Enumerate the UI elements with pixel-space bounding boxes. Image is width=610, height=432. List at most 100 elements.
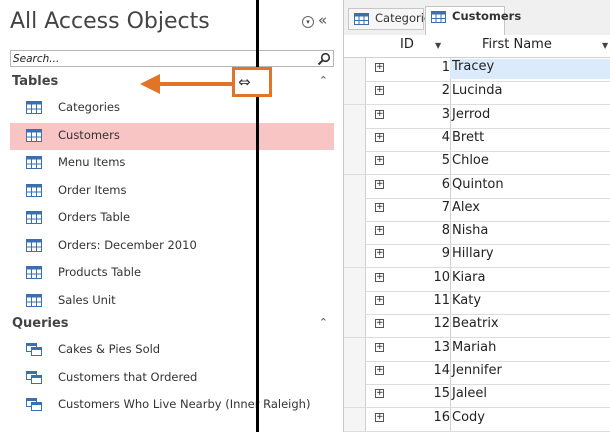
id-cell[interactable]: 15 (394, 386, 450, 401)
expand-plus-icon[interactable]: + (375, 389, 384, 399)
search-input[interactable]: Search... (13, 51, 59, 67)
table-row[interactable]: +9 Hillary (344, 244, 610, 269)
expand-plus-icon[interactable]: + (375, 202, 384, 212)
first-name-cell[interactable]: Jaleel (452, 386, 487, 401)
first-name-cell[interactable]: Katy (452, 293, 481, 308)
first-name-cell[interactable]: Beatrix (452, 316, 499, 331)
nav-item[interactable]: Orders Table (10, 205, 334, 232)
dropdown-circle-icon[interactable]: ▾ (302, 16, 314, 28)
id-cell[interactable]: 1 (394, 60, 450, 75)
record-selector[interactable] (344, 337, 366, 361)
first-name-cell[interactable]: Chloe (452, 153, 489, 168)
nav-item[interactable]: Categories (10, 95, 334, 122)
expand-plus-icon[interactable]: + (375, 342, 384, 352)
table-row[interactable]: +13 Mariah (344, 337, 610, 362)
table-row[interactable]: +3 Jerrod (344, 104, 610, 129)
first-name-cell[interactable]: Cody (452, 410, 485, 425)
expand-plus-icon[interactable]: + (375, 249, 384, 259)
first-name-cell[interactable]: Quinton (452, 177, 504, 192)
tab-customers[interactable]: Customers (425, 6, 521, 35)
first-name-cell[interactable]: Nisha (452, 223, 488, 238)
id-cell[interactable]: 3 (394, 107, 450, 122)
first-name-cell[interactable]: Tracey (450, 59, 610, 79)
sort-filter-icon[interactable]: ▼ (435, 41, 441, 50)
id-cell[interactable]: 6 (394, 177, 450, 192)
nav-item[interactable]: Cakes & Pies Sold (10, 337, 334, 364)
column-header-id[interactable]: ID (400, 37, 414, 52)
nav-item[interactable]: Products Table (10, 260, 334, 287)
id-cell[interactable]: 8 (394, 223, 450, 238)
id-cell[interactable]: 16 (394, 410, 450, 425)
first-name-cell[interactable]: Alex (452, 200, 480, 215)
shutter-bar-icon[interactable]: « (318, 10, 327, 30)
record-selector[interactable] (344, 174, 366, 198)
column-header-first-name[interactable]: First Name (482, 37, 552, 52)
table-row[interactable]: +6 Quinton (344, 174, 610, 199)
first-name-cell[interactable]: Kiara (452, 270, 485, 285)
nav-item[interactable]: Customers Who Live Nearby (Inner Raleigh… (10, 392, 334, 419)
id-cell[interactable]: 7 (394, 200, 450, 215)
search-box[interactable]: Search... (10, 50, 334, 67)
record-selector[interactable] (344, 104, 366, 128)
id-cell[interactable]: 13 (394, 340, 450, 355)
table-row[interactable]: +12 Beatrix (344, 314, 610, 339)
table-row[interactable]: +16 Cody (344, 407, 610, 432)
id-cell[interactable]: 10 (394, 270, 450, 285)
record-selector[interactable] (344, 221, 366, 245)
record-selector[interactable] (344, 384, 366, 408)
id-cell[interactable]: 4 (394, 130, 450, 145)
nav-item[interactable]: Sales Unit (10, 288, 334, 315)
group-header-1[interactable]: Queries ⌃ (10, 315, 334, 335)
table-row[interactable]: +2 Lucinda (344, 81, 610, 106)
nav-item[interactable]: Menu Items (10, 150, 334, 177)
first-name-cell[interactable]: Jerrod (452, 107, 490, 122)
collapse-chevron-icon[interactable]: ⌃ (319, 74, 328, 87)
expand-plus-icon[interactable]: + (375, 132, 384, 142)
nav-item[interactable]: Customers (10, 122, 334, 150)
record-selector[interactable] (344, 127, 366, 151)
table-row[interactable]: +7 Alex (344, 197, 610, 222)
id-cell[interactable]: 9 (394, 246, 450, 261)
record-selector[interactable] (344, 407, 366, 431)
table-row[interactable]: +1 Tracey (344, 58, 610, 82)
expand-plus-icon[interactable]: + (375, 86, 384, 96)
expand-plus-icon[interactable]: + (375, 156, 384, 166)
search-icon[interactable] (317, 52, 331, 66)
record-selector[interactable] (344, 267, 366, 291)
nav-item[interactable]: Orders: December 2010 (10, 233, 334, 260)
nav-pane-title[interactable]: All Access Objects (10, 9, 210, 34)
table-row[interactable]: +8 Nisha (344, 221, 610, 246)
record-selector[interactable] (344, 291, 366, 314)
table-row[interactable]: +15 Jaleel (344, 384, 610, 409)
record-selector[interactable] (344, 58, 366, 81)
first-name-cell[interactable]: Lucinda (452, 83, 502, 98)
tab-categories[interactable]: Categories (348, 8, 437, 30)
first-name-cell[interactable]: Jennifer (452, 363, 502, 378)
record-selector[interactable] (344, 314, 366, 338)
expand-plus-icon[interactable]: + (375, 272, 384, 282)
expand-plus-icon[interactable]: + (375, 226, 384, 236)
record-selector[interactable] (344, 151, 366, 175)
first-name-cell[interactable]: Hillary (452, 246, 494, 261)
record-selector[interactable] (344, 81, 366, 105)
record-selector[interactable] (344, 360, 366, 384)
collapse-chevron-icon[interactable]: ⌃ (319, 316, 328, 329)
id-cell[interactable]: 12 (394, 316, 450, 331)
first-name-cell[interactable]: Brett (452, 130, 484, 145)
first-name-cell[interactable]: Mariah (452, 340, 496, 355)
nav-item[interactable]: Order Items (10, 178, 334, 205)
table-row[interactable]: +14 Jennifer (344, 360, 610, 385)
expand-plus-icon[interactable]: + (375, 296, 384, 305)
record-selector[interactable] (344, 244, 366, 268)
table-row[interactable]: +5 Chloe (344, 151, 610, 176)
expand-plus-icon[interactable]: + (375, 319, 384, 329)
expand-plus-icon[interactable]: + (375, 109, 384, 119)
nav-item[interactable]: Customers that Ordered (10, 365, 334, 392)
table-row[interactable]: +4 Brett (344, 127, 610, 152)
expand-plus-icon[interactable]: + (375, 179, 384, 189)
expand-plus-icon[interactable]: + (375, 412, 384, 422)
table-row[interactable]: +11 Katy (344, 291, 610, 315)
expand-plus-icon[interactable]: + (375, 365, 384, 375)
sort-filter-icon[interactable]: ▼ (602, 41, 608, 50)
table-row[interactable]: +10 Kiara (344, 267, 610, 292)
